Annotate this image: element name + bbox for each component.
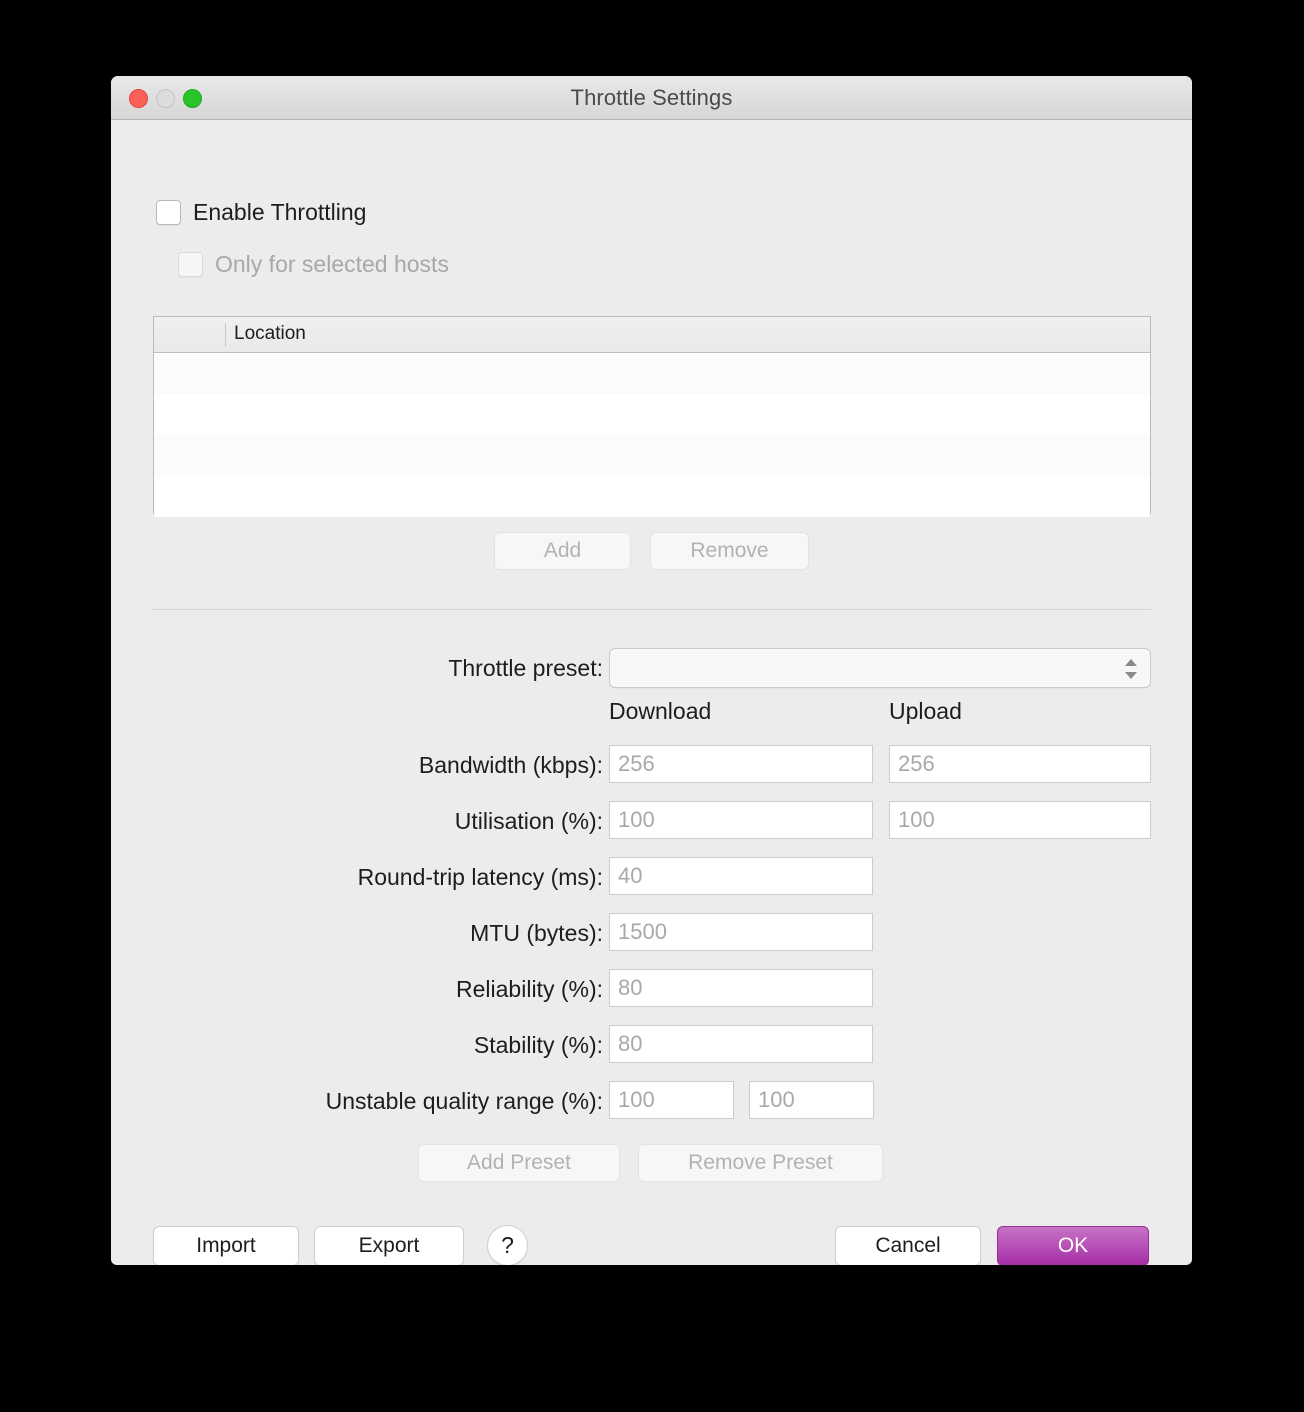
only-selected-hosts-checkbox <box>178 252 203 277</box>
import-button[interactable]: Import <box>153 1226 299 1265</box>
unstable-quality-min-input[interactable]: 100 <box>609 1081 734 1119</box>
reliability-label: Reliability (%): <box>456 976 603 1002</box>
unstable-quality-range-label: Unstable quality range (%): <box>325 1088 603 1114</box>
zoom-button-icon[interactable] <box>183 89 202 108</box>
throttle-preset-label: Throttle preset: <box>448 655 603 681</box>
throttle-preset-combobox[interactable] <box>609 648 1151 688</box>
cancel-button[interactable]: Cancel <box>835 1226 981 1265</box>
table-row[interactable] <box>154 435 1150 476</box>
column-header-location[interactable]: Location <box>234 323 306 345</box>
only-selected-hosts-row: Only for selected hosts <box>178 251 449 278</box>
mtu-label: MTU (bytes): <box>470 920 603 946</box>
minimize-button-icon[interactable] <box>156 89 175 108</box>
enable-throttling-label: Enable Throttling <box>193 199 367 225</box>
window-titlebar: Throttle Settings <box>111 76 1192 120</box>
add-host-button[interactable]: Add <box>494 532 631 570</box>
table-row[interactable] <box>154 476 1150 517</box>
utilisation-download-input[interactable]: 100 <box>609 801 873 839</box>
table-row[interactable] <box>154 353 1150 394</box>
download-column-header: Download <box>609 698 712 724</box>
export-button[interactable]: Export <box>314 1226 464 1265</box>
latency-label: Round-trip latency (ms): <box>357 864 603 890</box>
ok-button[interactable]: OK <box>997 1226 1149 1265</box>
reliability-download-input[interactable]: 80 <box>609 969 873 1007</box>
hosts-table-body[interactable] <box>154 353 1150 517</box>
add-preset-button[interactable]: Add Preset <box>418 1144 620 1182</box>
stability-label: Stability (%): <box>473 1032 603 1058</box>
bandwidth-upload-input[interactable]: 256 <box>889 745 1151 783</box>
throttle-settings-window: Throttle Settings Enable Throttling Only… <box>111 76 1192 1265</box>
help-icon[interactable]: ? <box>487 1225 528 1265</box>
enable-throttling-row[interactable]: Enable Throttling <box>156 199 366 226</box>
table-row[interactable] <box>154 394 1150 435</box>
latency-download-input[interactable]: 40 <box>609 857 873 895</box>
hosts-table-header: Location <box>154 317 1150 353</box>
chevron-up-down-icon[interactable] <box>1122 656 1140 682</box>
mtu-download-input[interactable]: 1500 <box>609 913 873 951</box>
stability-download-input[interactable]: 80 <box>609 1025 873 1063</box>
dialog-content: Enable Throttling Only for selected host… <box>111 120 1192 1265</box>
remove-preset-button[interactable]: Remove Preset <box>638 1144 883 1182</box>
hosts-table[interactable]: Location <box>153 316 1151 517</box>
column-divider[interactable] <box>225 323 226 347</box>
enable-throttling-checkbox[interactable] <box>156 200 181 225</box>
bandwidth-download-input[interactable]: 256 <box>609 745 873 783</box>
unstable-quality-max-input[interactable]: 100 <box>749 1081 874 1119</box>
only-selected-hosts-label: Only for selected hosts <box>215 251 449 277</box>
upload-column-header: Upload <box>889 698 962 724</box>
remove-host-button[interactable]: Remove <box>650 532 809 570</box>
bandwidth-label: Bandwidth (kbps): <box>418 752 603 778</box>
utilisation-label: Utilisation (%): <box>454 808 603 834</box>
section-separator <box>151 609 1151 610</box>
close-button-icon[interactable] <box>129 89 148 108</box>
traffic-light-group <box>129 89 202 108</box>
utilisation-upload-input[interactable]: 100 <box>889 801 1151 839</box>
window-title: Throttle Settings <box>570 85 733 110</box>
